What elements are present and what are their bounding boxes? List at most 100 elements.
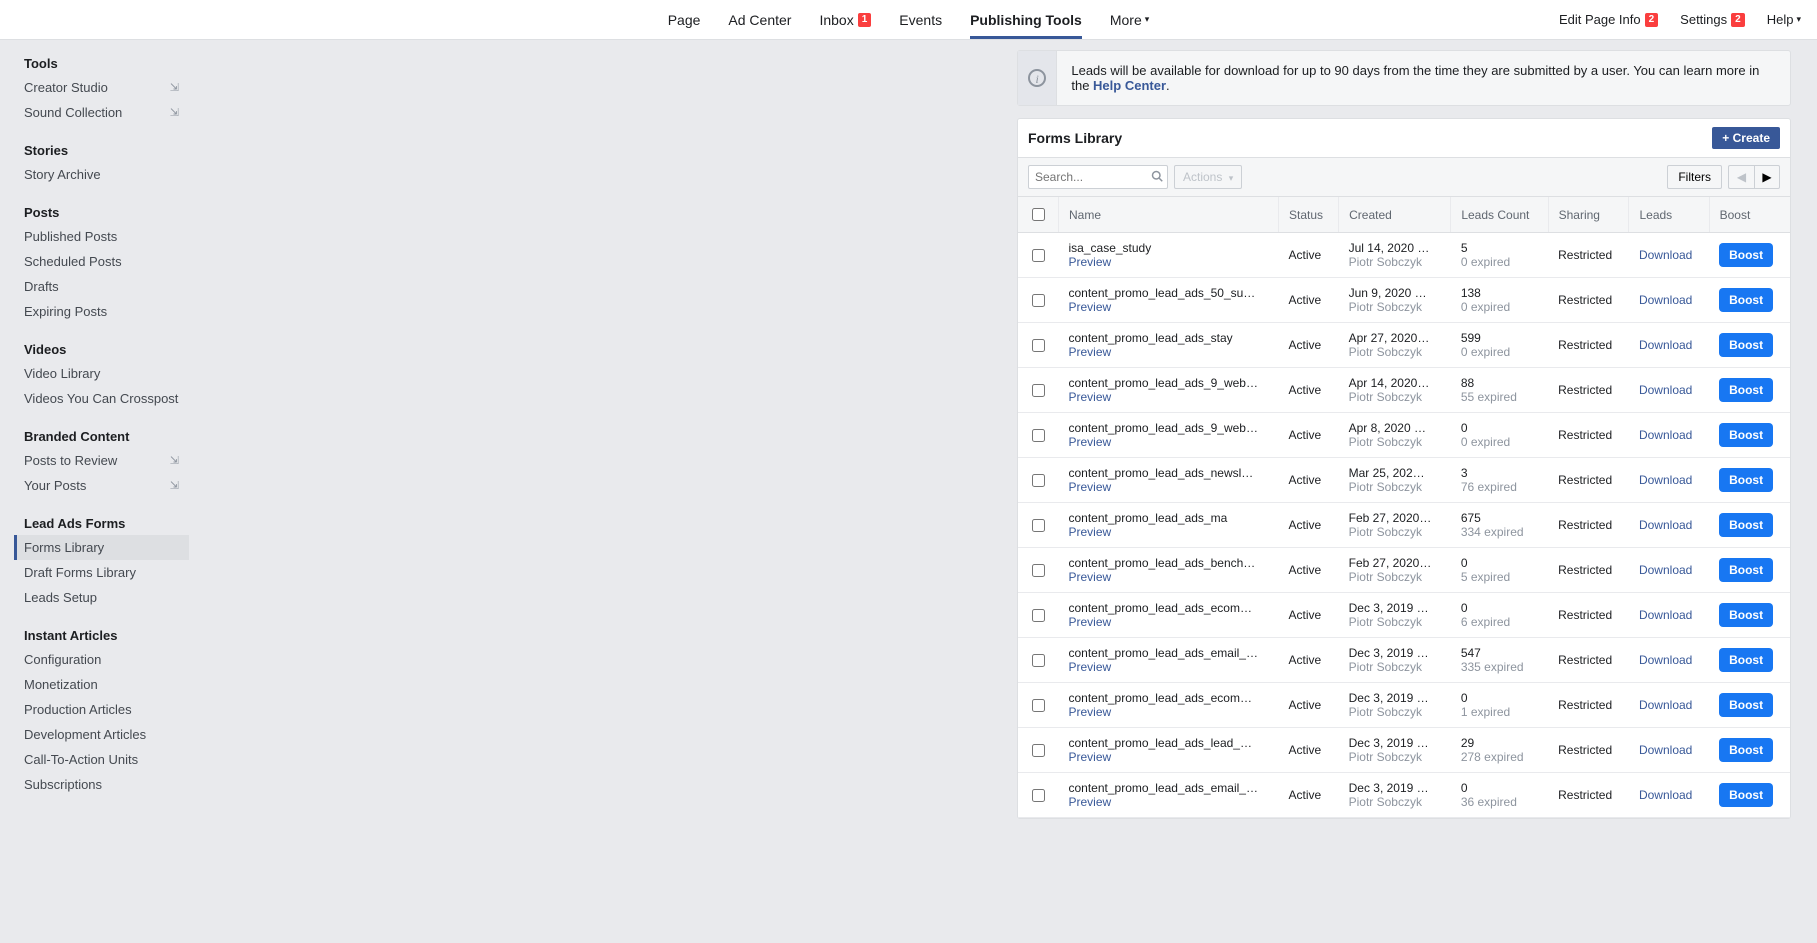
row-checkbox[interactable]	[1032, 609, 1045, 622]
sidebar-item-your-posts[interactable]: Your Posts⇲	[14, 473, 189, 498]
download-link[interactable]: Download	[1639, 653, 1692, 667]
boost-button[interactable]: Boost	[1719, 333, 1773, 357]
search-wrap	[1028, 165, 1168, 189]
sidebar-item-development-articles[interactable]: Development Articles	[14, 722, 189, 747]
sidebar-item-leads-setup[interactable]: Leads Setup	[14, 585, 189, 610]
create-button[interactable]: + Create	[1712, 127, 1780, 149]
sharing-cell: Restricted	[1548, 368, 1629, 413]
preview-link[interactable]: Preview	[1069, 480, 1269, 494]
download-link[interactable]: Download	[1639, 293, 1692, 307]
boost-button[interactable]: Boost	[1719, 603, 1773, 627]
sidebar-item-videos-you-can-crosspost[interactable]: Videos You Can Crosspost	[14, 386, 189, 411]
topnav-inbox[interactable]: Inbox1	[819, 0, 871, 39]
pager-next-button[interactable]: ▶	[1754, 165, 1780, 189]
download-link[interactable]: Download	[1639, 788, 1692, 802]
sidebar-item-video-library[interactable]: Video Library	[14, 361, 189, 386]
status-cell: Active	[1279, 548, 1339, 593]
download-link[interactable]: Download	[1639, 248, 1692, 262]
row-checkbox[interactable]	[1032, 744, 1045, 757]
row-checkbox[interactable]	[1032, 519, 1045, 532]
boost-button[interactable]: Boost	[1719, 423, 1773, 447]
sharing-cell: Restricted	[1548, 458, 1629, 503]
download-link[interactable]: Download	[1639, 518, 1692, 532]
col-leads: Leads	[1629, 197, 1709, 233]
boost-button[interactable]: Boost	[1719, 693, 1773, 717]
sidebar-item-configuration[interactable]: Configuration	[14, 647, 189, 672]
row-checkbox[interactable]	[1032, 789, 1045, 802]
select-all-checkbox[interactable]	[1032, 208, 1045, 221]
download-link[interactable]: Download	[1639, 473, 1692, 487]
sharing-cell: Restricted	[1548, 593, 1629, 638]
sharing-cell: Restricted	[1548, 773, 1629, 818]
preview-link[interactable]: Preview	[1069, 435, 1269, 449]
topright-edit-page-info[interactable]: Edit Page Info2	[1559, 12, 1658, 27]
sidebar-item-call-to-action-units[interactable]: Call-To-Action Units	[14, 747, 189, 772]
row-checkbox[interactable]	[1032, 474, 1045, 487]
boost-button[interactable]: Boost	[1719, 558, 1773, 582]
sidebar-item-drafts[interactable]: Drafts	[14, 274, 189, 299]
topnav-publishing-tools[interactable]: Publishing Tools	[970, 0, 1082, 39]
boost-button[interactable]: Boost	[1719, 288, 1773, 312]
download-link[interactable]: Download	[1639, 563, 1692, 577]
filters-button[interactable]: Filters	[1667, 165, 1722, 189]
sidebar-item-sound-collection[interactable]: Sound Collection⇲	[14, 100, 189, 125]
boost-button[interactable]: Boost	[1719, 468, 1773, 492]
preview-link[interactable]: Preview	[1069, 570, 1269, 584]
col-boost: Boost	[1709, 197, 1790, 233]
sidebar-item-forms-library[interactable]: Forms Library	[14, 535, 189, 560]
sidebar-item-creator-studio[interactable]: Creator Studio⇲	[14, 75, 189, 100]
boost-button[interactable]: Boost	[1719, 378, 1773, 402]
boost-button[interactable]: Boost	[1719, 783, 1773, 807]
row-checkbox[interactable]	[1032, 339, 1045, 352]
row-checkbox[interactable]	[1032, 654, 1045, 667]
topnav-more[interactable]: More▾	[1110, 0, 1149, 39]
sidebar-item-published-posts[interactable]: Published Posts	[14, 224, 189, 249]
boost-button[interactable]: Boost	[1719, 738, 1773, 762]
download-link[interactable]: Download	[1639, 608, 1692, 622]
download-link[interactable]: Download	[1639, 383, 1692, 397]
topright-help[interactable]: Help▾	[1767, 12, 1801, 27]
boost-button[interactable]: Boost	[1719, 513, 1773, 537]
pager-prev-button[interactable]: ◀	[1728, 165, 1754, 189]
preview-link[interactable]: Preview	[1069, 750, 1269, 764]
topright-settings[interactable]: Settings2	[1680, 12, 1745, 27]
sidebar-item-posts-to-review[interactable]: Posts to Review⇲	[14, 448, 189, 473]
row-checkbox[interactable]	[1032, 564, 1045, 577]
download-link[interactable]: Download	[1639, 698, 1692, 712]
preview-link[interactable]: Preview	[1069, 795, 1269, 809]
form-name: isa_case_study	[1069, 241, 1269, 255]
preview-link[interactable]: Preview	[1069, 705, 1269, 719]
preview-link[interactable]: Preview	[1069, 300, 1269, 314]
preview-link[interactable]: Preview	[1069, 615, 1269, 629]
boost-button[interactable]: Boost	[1719, 243, 1773, 267]
row-checkbox[interactable]	[1032, 699, 1045, 712]
preview-link[interactable]: Preview	[1069, 525, 1269, 539]
sidebar-item-monetization[interactable]: Monetization	[14, 672, 189, 697]
preview-link[interactable]: Preview	[1069, 255, 1269, 269]
download-link[interactable]: Download	[1639, 428, 1692, 442]
row-checkbox[interactable]	[1032, 249, 1045, 262]
preview-link[interactable]: Preview	[1069, 345, 1269, 359]
topnav-events[interactable]: Events	[899, 0, 942, 39]
sidebar-item-draft-forms-library[interactable]: Draft Forms Library	[14, 560, 189, 585]
sidebar-item-story-archive[interactable]: Story Archive	[14, 162, 189, 187]
row-checkbox[interactable]	[1032, 294, 1045, 307]
external-icon: ⇲	[170, 479, 179, 492]
search-input[interactable]	[1028, 165, 1168, 189]
sidebar-item-expiring-posts[interactable]: Expiring Posts	[14, 299, 189, 324]
download-link[interactable]: Download	[1639, 338, 1692, 352]
sidebar-item-production-articles[interactable]: Production Articles	[14, 697, 189, 722]
preview-link[interactable]: Preview	[1069, 660, 1269, 674]
topnav-ad-center[interactable]: Ad Center	[728, 0, 791, 39]
row-checkbox[interactable]	[1032, 384, 1045, 397]
sidebar-item-scheduled-posts[interactable]: Scheduled Posts	[14, 249, 189, 274]
created-date: Apr 14, 2020…	[1349, 376, 1441, 390]
topnav-page[interactable]: Page	[668, 0, 701, 39]
sidebar-item-subscriptions[interactable]: Subscriptions	[14, 772, 189, 797]
help-center-link[interactable]: Help Center	[1093, 78, 1166, 93]
preview-link[interactable]: Preview	[1069, 390, 1269, 404]
boost-button[interactable]: Boost	[1719, 648, 1773, 672]
download-link[interactable]: Download	[1639, 743, 1692, 757]
row-checkbox[interactable]	[1032, 429, 1045, 442]
actions-button[interactable]: Actions ▾	[1174, 165, 1242, 189]
